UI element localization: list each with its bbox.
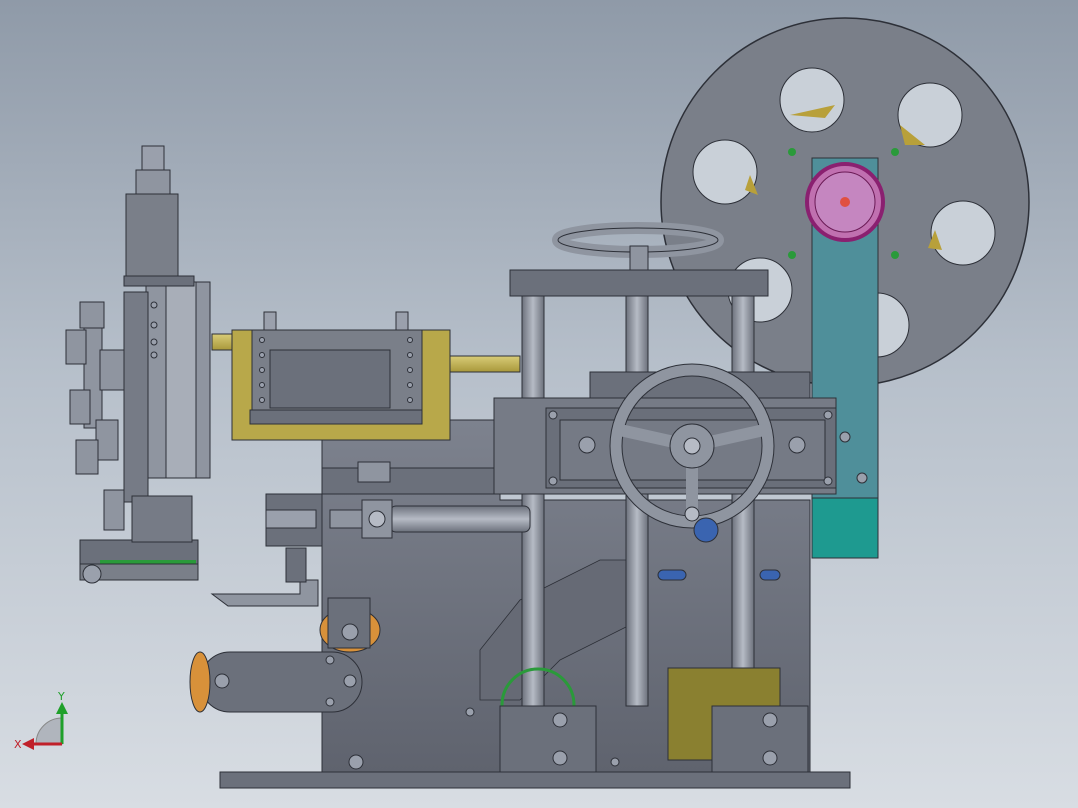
bearing (693, 517, 719, 543)
reel-hole (930, 200, 996, 266)
coordinate-triad: Y X (14, 690, 68, 751)
roller-orange (189, 651, 211, 713)
brass-rod-right (439, 355, 521, 373)
arm-foot-block (811, 497, 879, 559)
linear-rail (321, 467, 495, 495)
top-plate (509, 269, 769, 297)
machine-assembly-drawing[interactable]: Y X (0, 0, 1078, 808)
pneumatic-cylinder (389, 505, 531, 533)
rod-foot-block (499, 705, 597, 773)
reel-hole (779, 67, 845, 133)
x-axis-label: X (14, 738, 22, 751)
stepper-motor (125, 193, 179, 277)
rod-foot-block (711, 705, 809, 773)
guide-rod (521, 295, 545, 707)
base-plate (219, 771, 851, 789)
peeling-plate (210, 579, 319, 607)
left-sensor-cluster (65, 301, 125, 531)
cad-viewport[interactable]: Y X (0, 0, 1078, 808)
y-axis-label: Y (57, 690, 65, 703)
reel-hole (692, 139, 758, 205)
